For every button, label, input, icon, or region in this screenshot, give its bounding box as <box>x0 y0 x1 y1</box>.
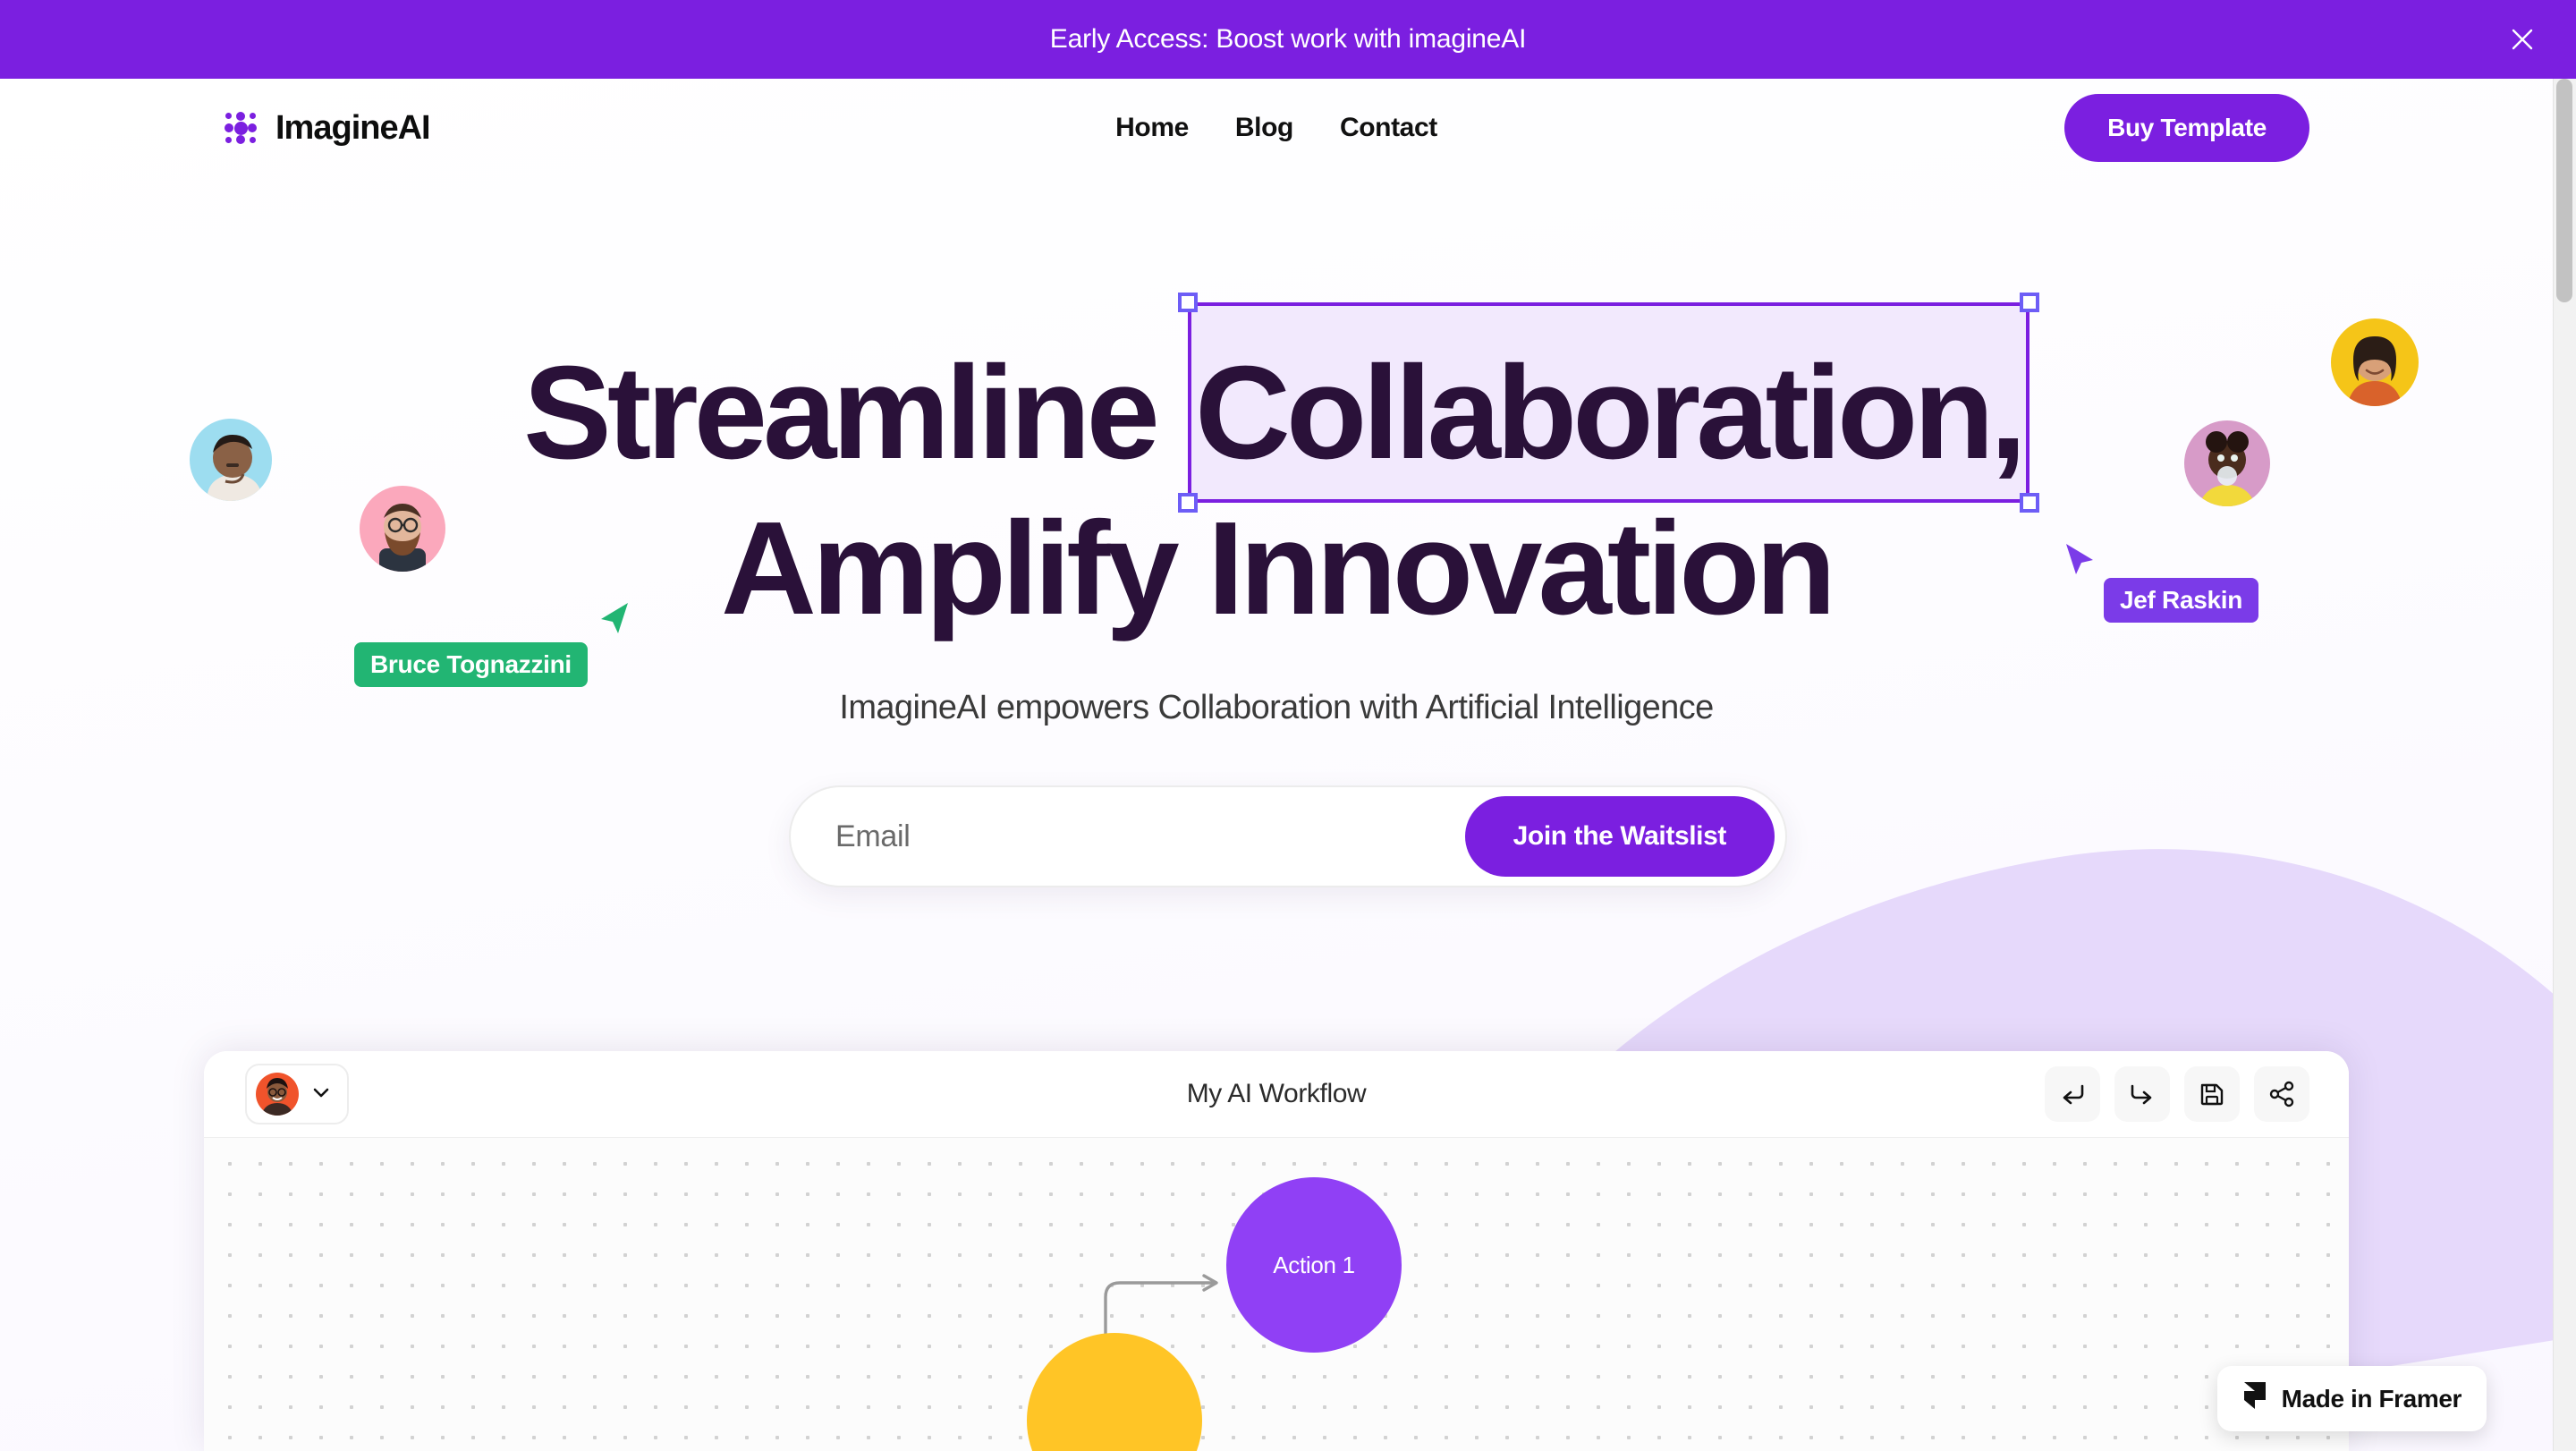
selection-handle-top-right[interactable] <box>2019 293 2039 312</box>
nametag-jef-raskin: Jef Raskin <box>2104 578 2259 623</box>
announcement-text: Early Access: Boost work with imagineAI <box>1049 24 1527 54</box>
share-button[interactable] <box>2254 1066 2309 1122</box>
redo-icon <box>2129 1081 2156 1107</box>
brand-name: ImagineAI <box>275 108 431 147</box>
undo-icon <box>2059 1081 2086 1107</box>
selected-text-block[interactable]: Collaboration, <box>1178 293 2039 513</box>
close-icon[interactable] <box>2503 20 2542 59</box>
nametag-bruce-tognazzini: Bruce Tognazzini <box>354 642 588 687</box>
workflow-node-action-1[interactable]: Action 1 <box>1226 1177 1402 1353</box>
workflow-title: My AI Workflow <box>1186 1079 1367 1108</box>
chevron-down-icon <box>309 1081 333 1108</box>
nav-link-blog[interactable]: Blog <box>1235 113 1293 143</box>
nav-link-contact[interactable]: Contact <box>1340 113 1437 143</box>
dot-grid-logo-icon <box>224 111 258 145</box>
made-in-framer-badge[interactable]: Made in Framer <box>2216 1366 2487 1431</box>
workflow-actions <box>2045 1066 2309 1122</box>
scrollbar-thumb[interactable] <box>2556 79 2572 302</box>
cursor-green <box>596 598 635 637</box>
share-icon <box>2268 1081 2295 1107</box>
page-scrollbar[interactable] <box>2553 79 2576 1451</box>
workflow-node-yellow[interactable] <box>1027 1333 1202 1451</box>
undo-button[interactable] <box>2045 1066 2100 1122</box>
page-root: Early Access: Boost work with imagineAI … <box>0 0 2576 1451</box>
framer-logo-icon <box>2242 1380 2267 1417</box>
waitlist-form: Join the Waitslist <box>789 785 1787 887</box>
brand-logo[interactable]: ImagineAI <box>224 108 431 148</box>
nav-link-home[interactable]: Home <box>1115 113 1189 143</box>
save-button[interactable] <box>2184 1066 2240 1122</box>
join-waitlist-button[interactable]: Join the Waitslist <box>1464 796 1775 877</box>
user-avatar <box>256 1073 299 1116</box>
selection-handle-bottom-right[interactable] <box>2019 493 2039 513</box>
workflow-toolbar: My AI Workflow <box>204 1051 2349 1138</box>
email-field[interactable] <box>791 787 1465 886</box>
headline-line-1: Streamline Collaboration, <box>0 293 2553 513</box>
headline-selected-word: Collaboration, <box>1195 339 2027 487</box>
nav-links: Home Blog Contact <box>1115 113 1437 143</box>
user-menu[interactable] <box>245 1064 349 1124</box>
cursor-purple <box>2059 539 2098 578</box>
made-in-framer-label: Made in Framer <box>2281 1384 2462 1413</box>
buy-template-button[interactable]: Buy Template <box>2064 94 2309 162</box>
floppy-disk-icon <box>2199 1081 2225 1107</box>
selection-handle-bottom-left[interactable] <box>1178 493 1198 513</box>
headline-prefix: Streamline <box>523 339 1188 487</box>
announcement-banner: Early Access: Boost work with imagineAI <box>0 0 2576 79</box>
hero-subtitle: ImagineAI empowers Collaboration with Ar… <box>839 689 1714 726</box>
workflow-panel: My AI Workflow Action 1 <box>204 1051 2349 1451</box>
redo-button[interactable] <box>2114 1066 2170 1122</box>
selection-handle-top-left[interactable] <box>1178 293 1198 312</box>
navbar: ImagineAI Home Blog Contact Buy Template <box>0 79 2553 177</box>
workflow-canvas[interactable]: Action 1 <box>204 1138 2349 1451</box>
